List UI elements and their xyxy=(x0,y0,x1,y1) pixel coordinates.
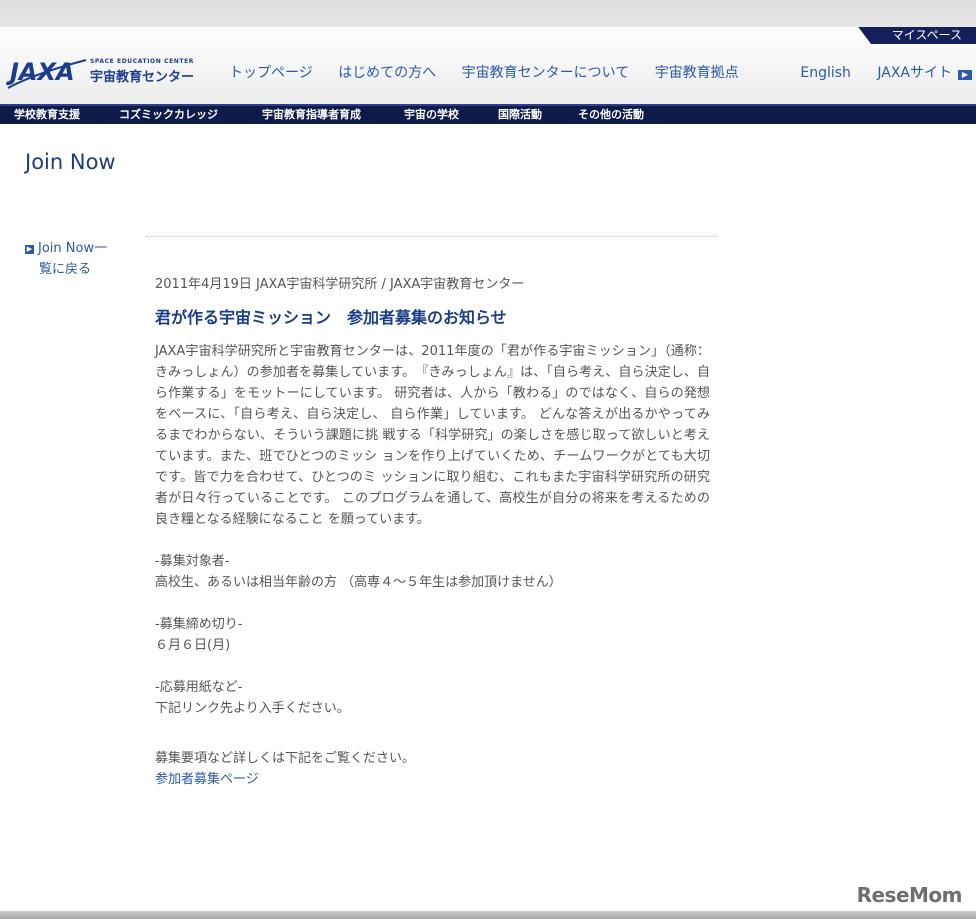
nav-first-time[interactable]: はじめての方へ xyxy=(338,65,436,81)
target-value: 高校生、あるいは相当年齢の方 （高専４～５年生は参加頂けません） xyxy=(155,575,562,590)
content-divider xyxy=(146,236,716,237)
deadline-value: ６月６日(月) xyxy=(155,638,231,653)
external-arrow-icon: ▶ xyxy=(958,70,972,80)
subnav-cosmic-college[interactable]: コズミックカレッジ xyxy=(119,105,218,125)
resemom-watermark: ReseMom xyxy=(856,883,963,907)
svg-text:JAXA: JAXA xyxy=(6,58,75,86)
nav-english[interactable]: English xyxy=(800,65,851,81)
target-label: -募集対象者- xyxy=(155,554,230,569)
sub-nav: 学校教育支援 コズミックカレッジ 宇宙教育指導者育成 宇宙の学校 国際活動 その… xyxy=(0,104,976,124)
form-section: -応募用紙など- 下記リンク先より入手ください。 xyxy=(155,677,710,719)
form-label: -応募用紙など- xyxy=(155,680,243,695)
subnav-school-support[interactable]: 学校教育支援 xyxy=(14,105,80,125)
arrow-bullet-icon: ▶ xyxy=(25,245,34,254)
deadline-label: -募集締め切り- xyxy=(155,617,243,632)
nav-about-center[interactable]: 宇宙教育センターについて xyxy=(462,65,630,81)
top-band xyxy=(0,0,976,27)
subnav-other-activities[interactable]: その他の活動 xyxy=(578,105,644,125)
form-value: 下記リンク先より入手ください。 xyxy=(155,701,350,716)
subnav-international[interactable]: 国際活動 xyxy=(498,105,542,125)
target-section: -募集対象者- 高校生、あるいは相当年齢の方 （高専４～５年生は参加頂けません） xyxy=(155,551,710,593)
article: 2011年4月19日 JAXA宇宙科学研究所 / JAXA宇宙教育センター 君が… xyxy=(155,274,710,790)
jaxa-logo-icon: JAXA xyxy=(6,58,87,89)
participant-recruitment-link[interactable]: 参加者募集ページ xyxy=(155,769,710,790)
nav-jaxa-site-label: JAXAサイト xyxy=(877,65,952,81)
subnav-space-school[interactable]: 宇宙の学校 xyxy=(404,105,459,125)
details-text: 募集要項など詳しくは下記をご覧ください。 xyxy=(155,751,416,766)
nav-top-page[interactable]: トップページ xyxy=(229,65,313,81)
right-nav: English JAXAサイト ▶ xyxy=(778,62,972,82)
deadline-section: -募集締め切り- ６月６日(月) xyxy=(155,614,710,656)
bottom-bar xyxy=(0,911,976,919)
nav-jaxa-site[interactable]: JAXAサイト ▶ xyxy=(877,65,972,81)
back-link-line2: 覧に戻る xyxy=(39,262,92,277)
back-to-list-link[interactable]: ▶ Join Now一 覧に戻る xyxy=(25,238,125,280)
page-title: Join Now xyxy=(25,150,116,174)
jaxa-logo[interactable]: JAXA SPACE EDUCATION CENTER 宇宙教育センター xyxy=(6,54,206,98)
logo-center-name: 宇宙教育センター xyxy=(90,70,195,85)
logo-subtitle: SPACE EDUCATION CENTER xyxy=(90,58,195,65)
nav-education-bases[interactable]: 宇宙教育拠点 xyxy=(655,65,739,81)
details-section: 募集要項など詳しくは下記をご覧ください。 参加者募集ページ xyxy=(155,748,710,790)
back-link-line1: Join Now一 xyxy=(38,241,108,256)
article-body: JAXA宇宙科学研究所と宇宙教育センターは、2011年度の「君が作る宇宙ミッショ… xyxy=(155,344,710,527)
subnav-leader-training[interactable]: 宇宙教育指導者育成 xyxy=(262,105,361,125)
article-dateline: 2011年4月19日 JAXA宇宙科学研究所 / JAXA宇宙教育センター xyxy=(155,277,525,292)
main-nav: トップページ はじめての方へ 宇宙教育センターについて 宇宙教育拠点 xyxy=(229,62,760,82)
article-headline: 君が作る宇宙ミッション 参加者募集のお知らせ xyxy=(155,308,507,327)
